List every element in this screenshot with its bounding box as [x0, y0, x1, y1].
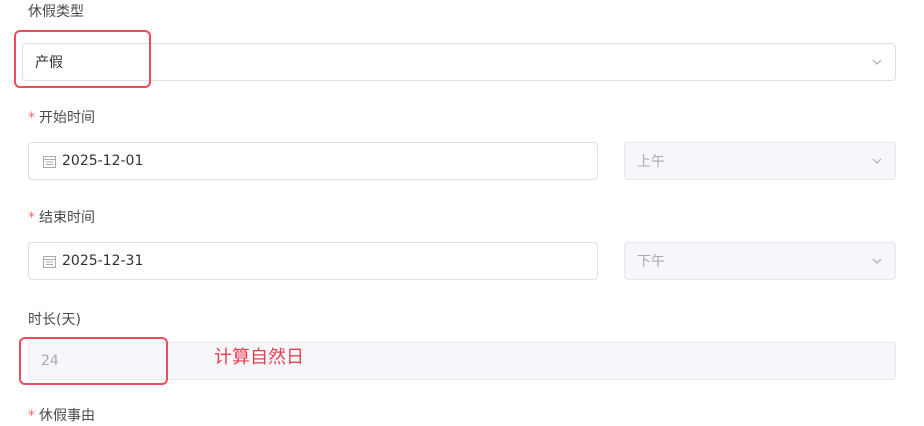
end-time-label: * 结束时间	[28, 210, 95, 226]
calendar-icon	[43, 255, 56, 268]
duration-annotation: 计算自然日	[214, 347, 304, 368]
end-date-picker[interactable]: 2025-12-31	[28, 242, 598, 280]
leave-type-label: 休假类型	[28, 4, 84, 20]
leave-type-value: 产假	[35, 55, 63, 71]
required-mark: *	[28, 210, 35, 226]
duration-input[interactable]: 24	[28, 342, 896, 380]
start-time-label: * 开始时间	[28, 110, 95, 126]
start-date-picker[interactable]: 2025-12-01	[28, 142, 598, 180]
leave-type-select[interactable]: 产假	[22, 43, 896, 81]
calendar-icon	[43, 155, 56, 168]
start-half-day-select[interactable]: 上午	[624, 142, 896, 180]
duration-label: 时长(天)	[28, 312, 81, 328]
start-half-day-value: 上午	[637, 154, 665, 170]
start-date-value: 2025-12-01	[62, 153, 144, 169]
end-half-day-value: 下午	[637, 254, 665, 270]
duration-value: 24	[41, 353, 59, 369]
chevron-down-icon	[872, 258, 882, 264]
end-date-value: 2025-12-31	[62, 253, 144, 269]
end-half-day-select[interactable]: 下午	[624, 242, 896, 280]
chevron-down-icon	[872, 158, 882, 164]
reason-label: * 休假事由	[28, 408, 95, 424]
required-mark: *	[28, 408, 35, 424]
chevron-down-icon	[872, 59, 882, 65]
required-mark: *	[28, 110, 35, 126]
